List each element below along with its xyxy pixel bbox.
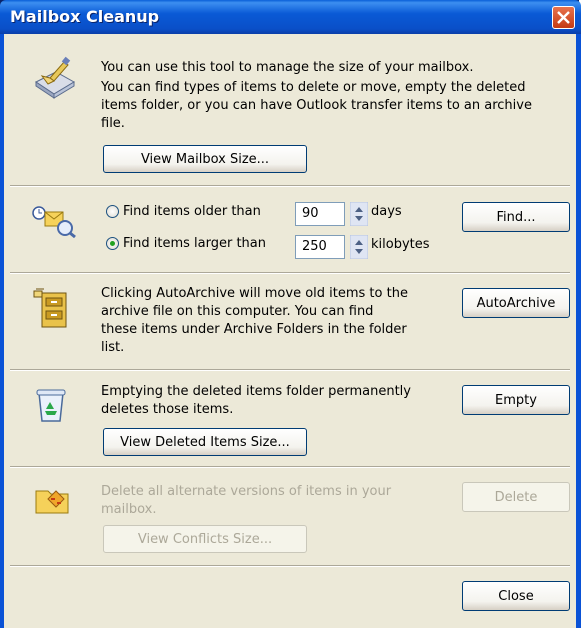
mailbox-cleanup-icon xyxy=(35,56,75,99)
section-divider xyxy=(10,369,570,371)
close-window-button[interactable] xyxy=(552,6,575,29)
find-items-icon xyxy=(32,206,76,238)
intro-line-3: items folder, or you can have Outlook tr… xyxy=(101,98,532,113)
view-mailbox-size-button[interactable]: View Mailbox Size... xyxy=(103,145,307,173)
section-divider xyxy=(10,272,570,274)
intro-line-2: You can find types of items to delete or… xyxy=(101,80,526,95)
section-divider xyxy=(10,466,570,468)
recycle-bin-icon xyxy=(36,389,66,422)
older-days-spinner[interactable] xyxy=(350,202,368,226)
dialog-body: You can use this tool to manage the size… xyxy=(4,34,576,628)
delete-conflicts-button[interactable]: Delete xyxy=(462,482,570,512)
autoarchive-line-4: list. xyxy=(101,340,125,355)
larger-kb-input[interactable]: 250 xyxy=(295,235,345,259)
empty-button[interactable]: Empty xyxy=(462,385,570,415)
section-divider xyxy=(10,185,570,187)
find-button[interactable]: Find... xyxy=(462,202,570,232)
find-older-label: Find items older than xyxy=(123,204,261,219)
view-deleted-items-size-button[interactable]: View Deleted Items Size... xyxy=(103,428,307,456)
conflicts-line-1: Delete all alternate versions of items i… xyxy=(101,484,392,499)
conflicts-folder-icon xyxy=(35,490,69,514)
autoarchive-button[interactable]: AutoArchive xyxy=(462,288,570,318)
larger-unit-label: kilobytes xyxy=(371,237,430,252)
deleted-line-1: Emptying the deleted items folder perman… xyxy=(101,384,411,399)
section-divider xyxy=(10,565,570,567)
older-unit-label: days xyxy=(371,204,402,219)
larger-kb-value: 250 xyxy=(302,239,327,254)
intro-line-4: file. xyxy=(101,116,125,131)
autoarchive-line-3: these items under Archive Folders in the… xyxy=(101,322,407,337)
dialog-title: Mailbox Cleanup xyxy=(10,7,160,26)
close-button[interactable]: Close xyxy=(462,581,570,611)
find-older-radio[interactable] xyxy=(106,205,119,218)
intro-line-1: You can use this tool to manage the size… xyxy=(101,60,474,75)
autoarchive-line-1: Clicking AutoArchive will move old items… xyxy=(101,286,408,301)
older-days-input[interactable]: 90 xyxy=(295,202,345,226)
older-days-value: 90 xyxy=(302,206,319,221)
deleted-line-2: deletes those items. xyxy=(101,402,234,417)
find-larger-label: Find items larger than xyxy=(123,236,267,251)
view-conflicts-size-button[interactable]: View Conflicts Size... xyxy=(103,525,307,553)
larger-kb-spinner[interactable] xyxy=(350,235,368,259)
title-bar[interactable]: Mailbox Cleanup xyxy=(0,0,581,34)
autoarchive-line-2: archive file on this computer. You can f… xyxy=(101,304,374,319)
conflicts-line-2: mailbox. xyxy=(101,502,157,517)
find-larger-radio[interactable] xyxy=(106,237,119,250)
mailbox-cleanup-dialog: Mailbox Cleanup You can use this tool to… xyxy=(0,0,581,628)
close-icon xyxy=(557,11,570,24)
window-frame-right xyxy=(576,34,581,628)
autoarchive-icon xyxy=(33,288,67,328)
